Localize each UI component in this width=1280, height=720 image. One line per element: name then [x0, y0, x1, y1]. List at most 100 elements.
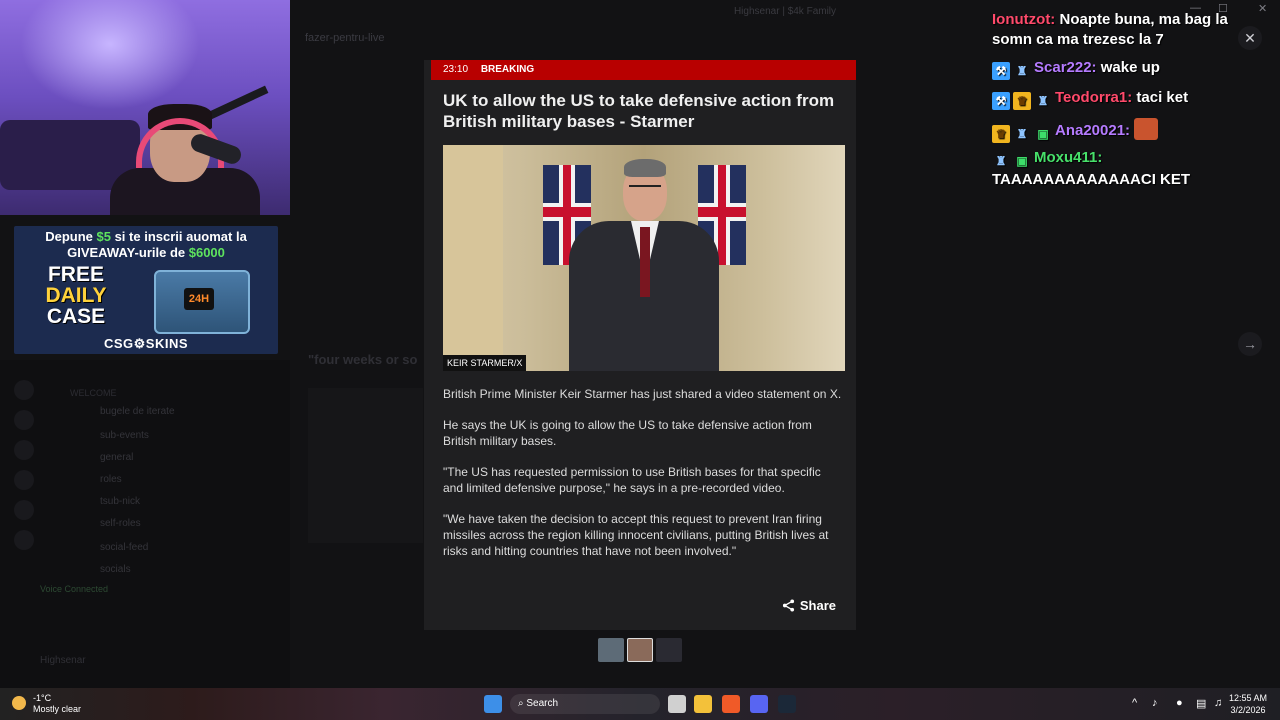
taskbar-search[interactable]: ⌕ Search — [510, 694, 660, 714]
sponsor-line-1: Depune $5 si te inscrii auomat la — [14, 229, 278, 244]
sponsor-amount: $6000 — [188, 245, 225, 260]
webcam-feed — [0, 0, 290, 215]
channel-item[interactable]: socials — [100, 564, 131, 575]
glasses — [629, 185, 661, 193]
robot-badge-icon: ♜ — [995, 154, 1007, 168]
chat-text: TAAAAAAAAAAAAACI KET — [992, 171, 1191, 188]
emote-icon — [1134, 118, 1159, 140]
volume-icon[interactable]: ♫ — [1214, 697, 1222, 709]
free-text: FREE — [47, 263, 104, 286]
crate-label: 24H — [184, 288, 214, 310]
network-icon[interactable]: ▤ — [1196, 697, 1206, 710]
robot-badge-icon: ♜ — [1037, 94, 1049, 108]
share-button[interactable]: Share — [782, 598, 836, 613]
search-label: Search — [526, 698, 559, 709]
thumbnail[interactable] — [656, 638, 682, 662]
tie — [640, 227, 650, 297]
crown-badge-icon: ♛ — [1013, 92, 1031, 110]
image-thumbnails — [598, 638, 682, 662]
post-image[interactable] — [308, 388, 423, 543]
chat-text: taci ket — [1136, 89, 1189, 106]
gift-badge-icon: ▣ — [1037, 127, 1049, 141]
moderator-badge-icon: ⚒ — [992, 92, 1010, 110]
message-input[interactable] — [295, 650, 1270, 676]
chat-message: ♛ ♜ ▣ Ana20021: — [992, 118, 1264, 143]
chat-message: ⚒ ♛ ♜ Teodorra1: taci ket — [992, 88, 1264, 110]
server-icon[interactable] — [14, 500, 34, 520]
sponsor-line-2: GIVEAWAY-urile de $6000 — [14, 245, 278, 260]
screen: Highsenar | $4k Family — ☐ ✕ fazer-pentr… — [0, 0, 1280, 720]
photo-credit: KEIR STARMER/X — [443, 355, 527, 371]
chat-username: Ionutzot: — [992, 11, 1056, 28]
chat-username: Teodorra1: — [1055, 89, 1133, 106]
folder-icon[interactable] — [694, 695, 712, 713]
chat-message: ⚒ ♜ Scar222: wake up — [992, 58, 1264, 80]
weather-description: Mostly clear — [33, 704, 82, 714]
channel-item[interactable]: general — [100, 452, 133, 463]
channel-item[interactable]: self-roles — [100, 518, 141, 529]
wall — [443, 145, 503, 371]
arrow-right-icon[interactable]: → — [1238, 332, 1262, 356]
crown-badge-icon: ♛ — [992, 125, 1010, 143]
server-icon[interactable] — [14, 530, 34, 550]
windows-taskbar: -1°C Mostly clear ⌕ Search ^ ♪ ● ▤ ♫ 12:5… — [0, 688, 1280, 720]
post-title[interactable]: "four weeks or so — [308, 352, 417, 367]
speaker-icon[interactable]: ♪ — [1152, 697, 1158, 709]
flag-cross — [698, 207, 746, 217]
discord-icon[interactable] — [750, 695, 768, 713]
channel-header-name: fazer-pentru-live — [305, 32, 385, 44]
robot-badge-icon: ♜ — [1016, 127, 1028, 141]
thumbnail[interactable] — [627, 638, 653, 662]
channel-item[interactable]: social-feed — [100, 542, 148, 553]
windows-start-icon[interactable] — [484, 695, 502, 713]
server-icon[interactable] — [14, 440, 34, 460]
server-icon[interactable] — [14, 410, 34, 430]
light-glow — [20, 0, 200, 110]
flag-cross — [543, 207, 591, 217]
channel-item[interactable]: roles — [100, 474, 122, 485]
sponsor-text: GIVEAWAY-urile de — [67, 245, 189, 260]
channel-item[interactable]: sub-events — [100, 430, 149, 441]
moon-icon — [12, 696, 26, 710]
breaking-banner: 23:10 BREAKING — [431, 60, 856, 80]
moderator-badge-icon: ⚒ — [992, 62, 1010, 80]
chat-username: Moxu411: — [1034, 149, 1103, 166]
server-icon[interactable] — [14, 470, 34, 490]
server-icon[interactable] — [14, 380, 34, 400]
chat-message: Ionutzot: Noapte buna, ma bag la somn ca… — [992, 10, 1264, 50]
clock-date: 3/2/2026 — [1230, 705, 1266, 715]
gift-badge-icon: ▣ — [1016, 154, 1028, 168]
chevron-up-icon[interactable]: ^ — [1132, 697, 1137, 709]
file-icon[interactable] — [668, 695, 686, 713]
chat-message: ♜ ▣ Moxu411: TAAAAAAAAAAAAACI KET — [992, 148, 1264, 190]
mic-icon[interactable]: ● — [1176, 697, 1183, 709]
breaking-label: BREAKING — [480, 64, 535, 75]
breaking-time: 23:10 — [443, 64, 469, 75]
sponsor-banner: Depune $5 si te inscrii auomat la GIVEAW… — [14, 226, 278, 354]
steam-icon[interactable] — [778, 695, 796, 713]
channel-item[interactable]: bugele de iterate — [100, 406, 175, 417]
brave-icon[interactable] — [722, 695, 740, 713]
channel-sidebar: WELCOME bugele de iterate sub-events gen… — [0, 360, 290, 688]
temperature: -1°C — [33, 693, 52, 703]
chat-text: wake up — [1100, 59, 1160, 76]
free-daily-case: FREE DAILY CASE — [36, 264, 116, 327]
case-text: CASE — [46, 305, 106, 328]
robot-badge-icon: ♜ — [1016, 64, 1028, 78]
news-modal: 23:10 BREAKING UK to allow the US to tak… — [424, 60, 856, 630]
chat-username: Ana20021: — [1055, 122, 1131, 139]
weather-text: -1°C Mostly clear — [33, 693, 81, 715]
sponsor-text: Depune — [45, 229, 97, 244]
voice-status[interactable]: Voice Connected — [40, 584, 108, 594]
article-body: British Prime Minister Keir Starmer has … — [443, 386, 843, 574]
thumbnail[interactable] — [598, 638, 624, 662]
article-paragraph: "We have taken the decision to accept th… — [443, 512, 829, 558]
channel-category[interactable]: WELCOME — [70, 388, 117, 398]
user-name[interactable]: Highsenar — [40, 655, 86, 666]
chat-username: Scar222: — [1034, 59, 1097, 76]
clock[interactable]: 12:55 AM 3/2/2026 — [1228, 692, 1268, 716]
share-label: Share — [799, 598, 836, 613]
channel-item[interactable]: tsub-nick — [100, 496, 140, 507]
clock-time: 12:55 AM — [1228, 693, 1268, 703]
sponsor-amount: $5 — [96, 229, 111, 244]
